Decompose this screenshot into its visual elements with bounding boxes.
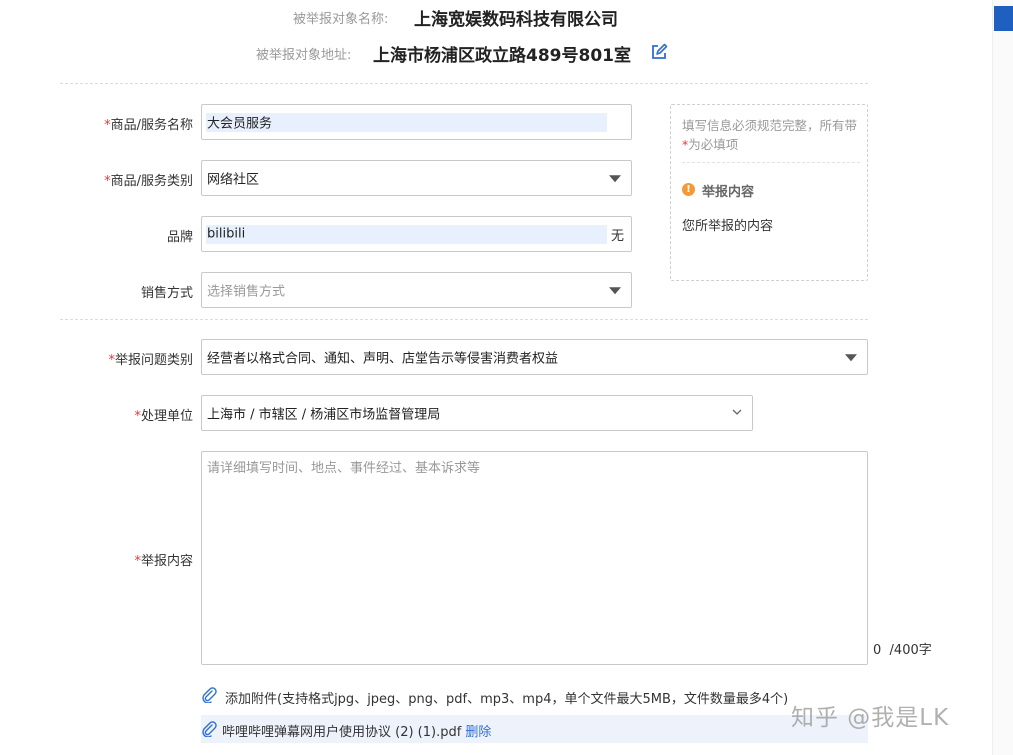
char-counter: 0 /400字: [873, 639, 932, 658]
caret-down-icon: [609, 175, 621, 183]
paperclip-icon: [202, 721, 217, 737]
autofill-highlight: [206, 225, 607, 244]
hint-divider: [682, 162, 860, 163]
watermark: 知乎 @我是LK: [791, 705, 950, 731]
issue-category-label: *举报问题类别: [33, 349, 193, 368]
target-name-label: 被举报对象名称:: [293, 12, 389, 27]
char-limit: /400字: [889, 643, 932, 658]
hint-title: 举报内容: [702, 185, 755, 200]
scrollbar-track[interactable]: [992, 0, 1013, 755]
brand-value: bilibili: [207, 226, 246, 242]
section-divider: [60, 83, 868, 84]
handling-unit-value: 上海市 / 市辖区 / 杨浦区市场监督管理局: [207, 407, 441, 423]
brand-label: 品牌: [166, 230, 193, 245]
report-content-label-text: 举报内容: [140, 554, 193, 569]
handling-unit-label: *处理单位: [33, 405, 193, 424]
product-name-input[interactable]: 大会员服务: [201, 104, 632, 140]
product-category-label-text: 商品/服务类别: [110, 174, 193, 189]
issue-category-label-text: 举报问题类别: [114, 353, 193, 368]
section-divider: [60, 319, 868, 320]
issue-category-value: 经营者以格式合同、通知、声明、店堂告示等侵害消费者权益: [207, 351, 559, 367]
brand-input[interactable]: bilibili 无: [201, 216, 632, 252]
handling-unit-label-text: 处理单位: [140, 409, 193, 424]
sales-method-select[interactable]: 选择销售方式: [201, 272, 632, 308]
brand-none-option[interactable]: 无: [611, 225, 624, 244]
product-name-label-text: 商品/服务名称: [110, 118, 193, 133]
handling-unit-cascader[interactable]: 上海市 / 市辖区 / 杨浦区市场监督管理局: [201, 395, 753, 431]
product-category-value: 网络社区: [207, 172, 260, 188]
hint-panel: 填写信息必须规范完整，所有带*为必填项 ! 举报内容 您所举报的内容: [670, 104, 868, 281]
product-category-label: *商品/服务类别: [33, 170, 193, 189]
caret-down-icon: [609, 287, 621, 295]
issue-category-select[interactable]: 经营者以格式合同、通知、声明、店堂告示等侵害消费者权益: [201, 339, 868, 375]
hint-text: 填写信息必须规范完整，所有带*为必填项: [682, 116, 860, 154]
scrollbar-thumb[interactable]: [994, 6, 1013, 31]
attachment-file-name[interactable]: 哔哩哔哩弹幕网用户使用协议 (2) (1).pdf: [222, 725, 461, 740]
report-content-placeholder: 请详细填写时间、地点、事件经过、基本诉求等: [207, 461, 481, 476]
sales-method-label: 销售方式: [140, 286, 193, 301]
product-category-select[interactable]: 网络社区: [201, 160, 632, 196]
hint-prefix: 填写信息必须规范完整，所有带: [682, 118, 858, 133]
target-name-value: 上海宽娱数码科技有限公司: [414, 10, 618, 30]
chevron-down-icon: [732, 409, 742, 415]
report-content-label: *举报内容: [33, 550, 193, 569]
sales-method-placeholder: 选择销售方式: [207, 284, 286, 300]
hint-description: 您所举报的内容: [682, 219, 774, 234]
warning-icon: !: [682, 183, 695, 196]
product-name-value: 大会员服务: [207, 116, 273, 132]
delete-attachment-button[interactable]: 删除: [465, 725, 491, 740]
paperclip-icon[interactable]: [201, 687, 217, 703]
char-count: 0: [873, 643, 882, 658]
hint-suffix: 为必填项: [688, 137, 739, 152]
caret-down-icon: [845, 354, 857, 362]
attachment-file-row: 哔哩哔哩弹幕网用户使用协议 (2) (1).pdf 删除: [201, 715, 868, 743]
attachment-file: 哔哩哔哩弹幕网用户使用协议 (2) (1).pdf 删除: [222, 721, 491, 740]
target-address-value: 上海市杨浦区政立路489号801室: [373, 46, 631, 66]
report-content-textarea[interactable]: 请详细填写时间、地点、事件经过、基本诉求等: [201, 451, 868, 665]
product-name-label: *商品/服务名称: [33, 114, 193, 133]
target-address-label: 被举报对象地址:: [256, 48, 352, 63]
add-attachment-link[interactable]: 添加附件(支持格式jpg、jpeg、png、pdf、mp3、mp4，单个文件最大…: [225, 688, 788, 707]
edit-icon[interactable]: [650, 43, 668, 61]
